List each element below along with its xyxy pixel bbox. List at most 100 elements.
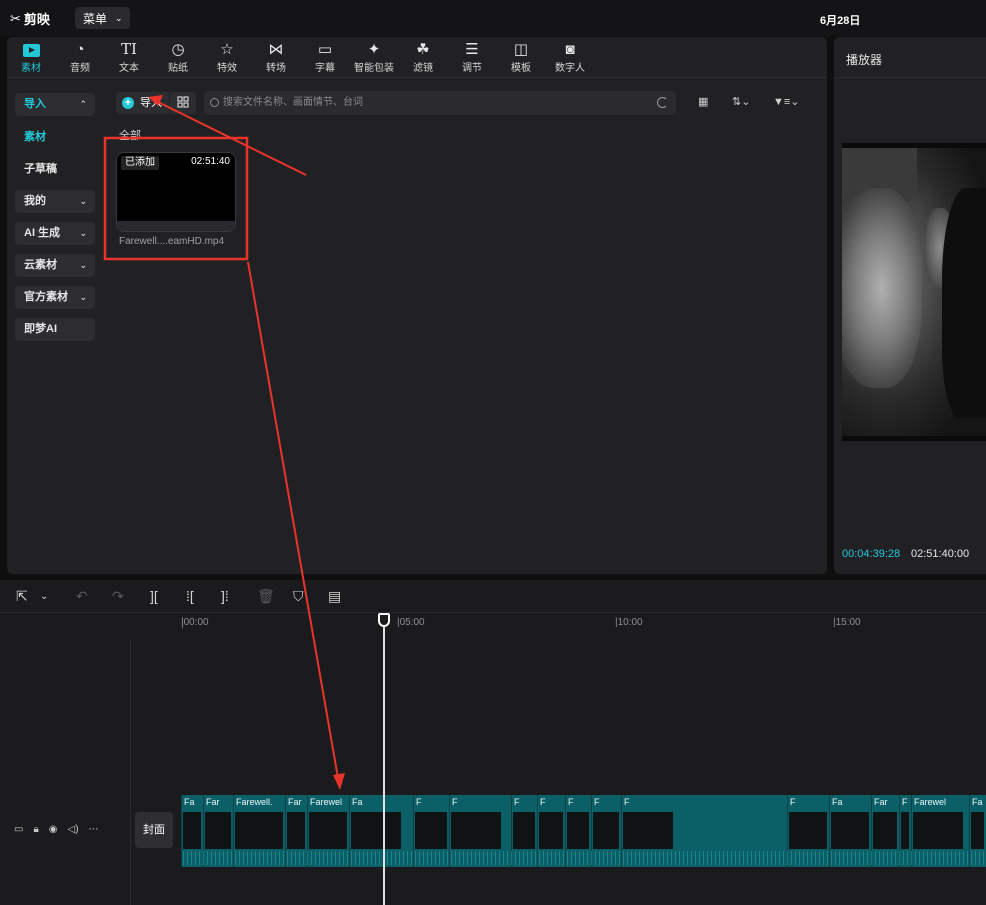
pointer-icon[interactable]: ⇱ [16,588,28,605]
filter-sort-icon[interactable]: ▼≡⌄ [773,95,800,108]
chevron-down-icon[interactable]: ⌄ [40,591,48,602]
lock-icon[interactable]: 🔒︎ [33,824,38,835]
tab-digital-human[interactable]: ◙ 数字人 [548,40,592,76]
sidebar-item-ai-generate[interactable]: AI 生成 ⌄ [15,222,95,245]
audio-waveform-bar [427,851,428,865]
more-icon[interactable]: ⋯ [89,824,99,835]
tab-sticker[interactable]: ◷ 贴纸 [156,40,200,76]
audio-waveform-bar [763,851,764,865]
video-track[interactable]: Fa Far Farewell. Far Farewel Fa F F F F F F F F Fa Far F… [181,795,986,867]
media-card[interactable]: 已添加 02:51:40 [116,152,236,232]
audio-waveform-bar [671,851,672,865]
audio-waveform-bar [491,851,492,865]
caption-icon[interactable]: ▤ [328,588,341,605]
clip-thumbnail [451,812,501,849]
clip-label: Farewel [310,797,343,807]
marker-icon[interactable]: ⛉ [293,588,304,605]
menu-button[interactable]: 菜单 ⌄ [75,7,130,29]
tab-audio[interactable]: ◔ 音频 [58,40,102,76]
clip-label: Farewell. [236,797,273,807]
volume-icon[interactable]: ◁) [68,824,79,835]
tab-filter[interactable]: ☘ 滤镜 [401,40,445,76]
audio-waveform-bar [595,851,596,865]
tab-smart-pack[interactable]: ✦ 智能包装 [352,40,396,76]
delete-icon[interactable]: 🗑 [257,588,275,605]
audio-waveform-bar [555,851,556,865]
audio-waveform-bar [503,851,504,865]
sidebar-item-subdraft[interactable]: 子草稿 [15,158,95,181]
audio-waveform-bar [279,851,280,865]
audio-waveform-bar [863,851,864,865]
audio-waveform-bar [683,851,684,865]
clip-thumbnail [205,812,231,849]
audio-waveform-bar [747,851,748,865]
video-preview[interactable] [842,143,986,441]
playhead[interactable] [383,613,385,905]
search-input[interactable]: 搜索文件名称、画面情节、台词 [204,91,676,115]
audio-waveform-bar [263,851,264,865]
sidebar-item-official[interactable]: 官方素材 ⌄ [15,286,95,309]
split-right-icon[interactable]: ]⁞ [221,588,229,604]
audio-waveform-bar [807,851,808,865]
clip-label: Fa [352,797,363,807]
import-button[interactable]: + 导入 [116,92,169,114]
audio-waveform-bar [363,851,364,865]
view-mode-icon[interactable]: ▦ [698,95,708,108]
eye-icon[interactable]: ◉ [49,824,58,835]
audio-waveform-bar [331,851,332,865]
audio-waveform-bar [619,851,620,865]
audio-waveform-bar [431,851,432,865]
time-ruler[interactable]: |00:00 |05:00 |10:00 |15:00 [180,615,986,635]
added-badge: 已添加 [121,156,159,170]
audio-waveform-bar [899,851,900,865]
timeline-clip[interactable]: F [899,795,911,867]
audio-waveform-bar [775,851,776,865]
tab-adjust[interactable]: ☰ 调节 [450,40,494,76]
audio-waveform-bar [319,851,320,865]
audio-waveform-bar [623,851,624,865]
audio-waveform-bar [691,851,692,865]
tab-text[interactable]: TI 文本 [107,40,151,76]
audio-waveform-bar [475,851,476,865]
split-icon[interactable]: ][ [150,588,158,604]
tab-media[interactable]: 素材 [9,40,53,76]
sort-icon[interactable]: ⇅⌄ [732,95,750,108]
audio-waveform-bar [219,851,220,865]
undo-icon[interactable]: ↶ [76,588,88,605]
audio-icon: ◔ [75,41,85,58]
capcut-logo-icon: ✂ [10,10,21,26]
audio-waveform-bar [939,851,940,865]
sidebar-item-jimeng-ai[interactable]: 即梦AI [15,318,95,341]
sidebar-item-mine[interactable]: 我的 ⌄ [15,190,95,213]
chevron-down-icon: ⌄ [79,260,87,270]
sidebar-item-cloud[interactable]: 云素材 ⌄ [15,254,95,277]
split-left-icon[interactable]: ⁞[ [186,588,194,604]
tab-template[interactable]: ◫ 模板 [499,40,543,76]
refresh-icon[interactable] [657,97,668,108]
track-video-icon[interactable]: ▭ [14,824,23,835]
sidebar-item-import[interactable]: 导入 ⌃ [15,93,95,116]
sidebar-item-media[interactable]: 素材 [15,126,95,149]
cover-button[interactable]: 封面 [135,812,173,848]
tab-subtitle[interactable]: ▭ 字幕 [303,40,347,76]
template-icon: ◫ [513,41,529,58]
current-time: 00:04:39:28 [842,548,901,560]
redo-icon[interactable]: ↷ [112,588,124,605]
audio-waveform-bar [607,851,608,865]
audio-waveform-bar [531,851,532,865]
audio-waveform-bar [587,851,588,865]
tab-effects[interactable]: ☆ 特效 [205,40,249,76]
audio-waveform-bar [291,851,292,865]
ruler-label: |05:00 [397,617,425,628]
clip-label: F [514,797,520,807]
playhead-handle[interactable] [378,613,390,627]
qr-grid-button[interactable] [170,92,196,114]
clip-label: Far [874,797,888,807]
audio-waveform-bar [435,851,436,865]
audio-waveform-bar [727,851,728,865]
audio-waveform-bar [223,851,224,865]
audio-waveform-bar [963,851,964,865]
chevron-down-icon: ⌄ [115,12,123,23]
tab-transition[interactable]: ⋈ 转场 [254,40,298,76]
clip-thumbnail [539,812,563,849]
